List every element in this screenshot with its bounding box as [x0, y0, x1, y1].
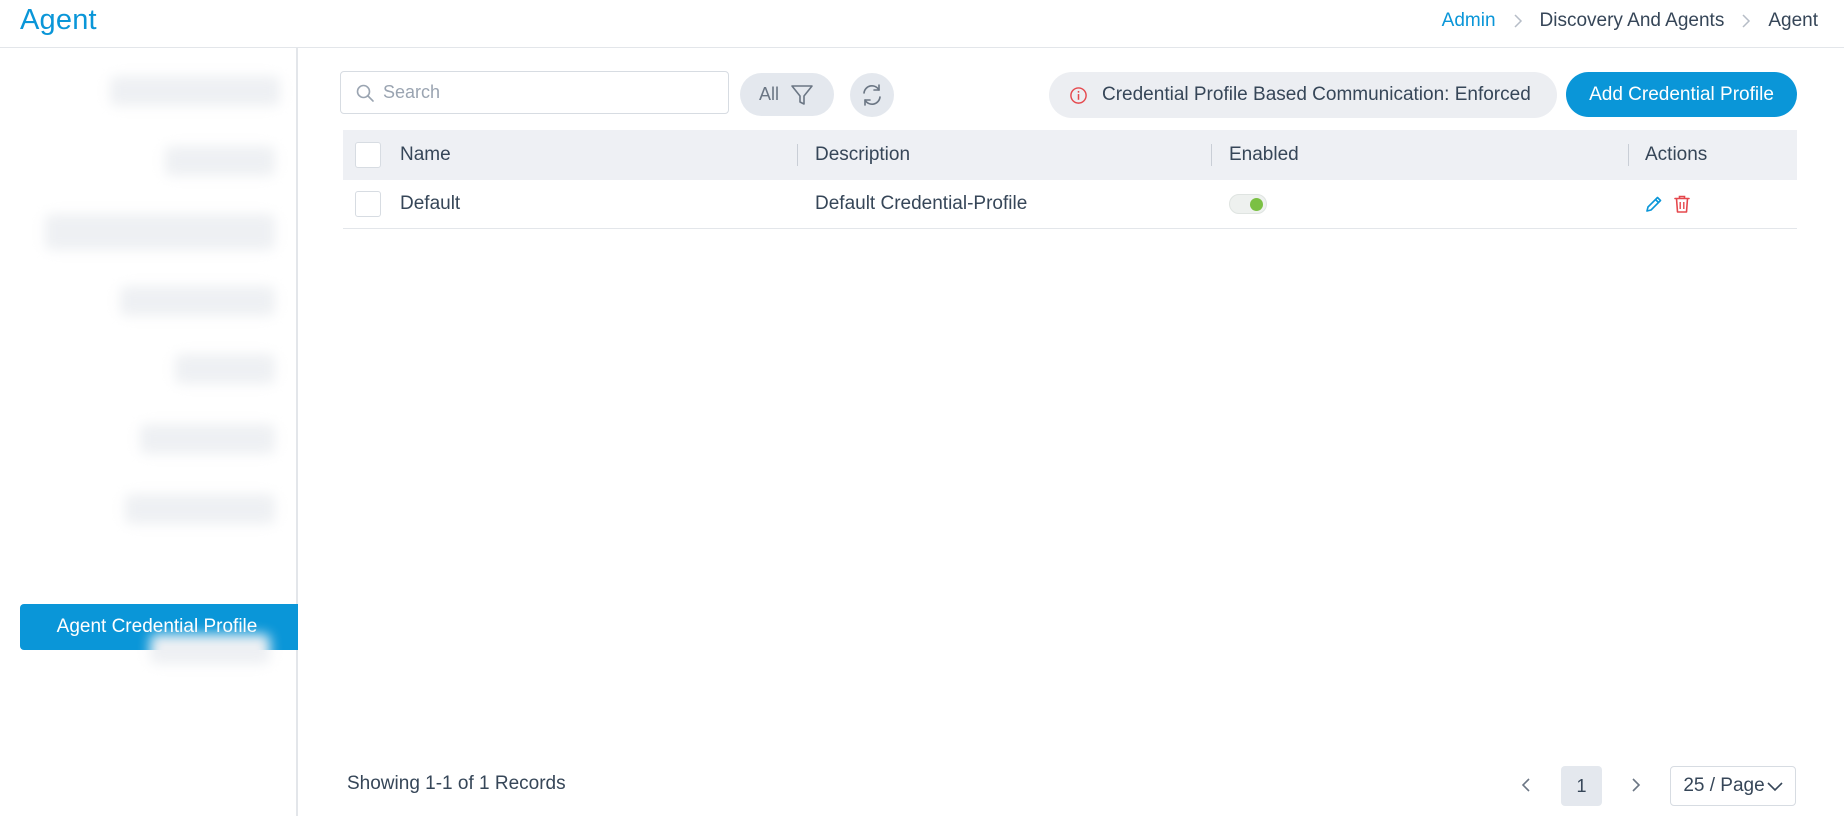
records-count: Showing 1-1 of 1 Records [347, 773, 566, 794]
enforced-status-badge: Credential Profile Based Communication: … [1049, 72, 1557, 118]
search-icon [356, 84, 374, 102]
breadcrumb-agent: Agent [1768, 10, 1818, 31]
toggle-knob [1250, 198, 1263, 211]
refresh-button[interactable] [850, 73, 894, 117]
filter-button[interactable]: All [740, 73, 834, 116]
page-size-label: 25 / Page [1683, 775, 1765, 796]
chevron-left-icon [1521, 778, 1530, 792]
sidebar: Agent Credential Profile [0, 48, 298, 816]
table-row: Default Default Credential-Profile [343, 180, 1797, 229]
chevron-right-icon [1724, 14, 1768, 28]
breadcrumb: Admin Discovery And Agents Agent [1442, 10, 1818, 32]
column-header-description[interactable]: Description [815, 144, 910, 166]
row-checkbox[interactable] [355, 191, 381, 217]
table-header: Name Description Enabled Actions [343, 130, 1797, 180]
sidebar-item-blurred[interactable] [140, 424, 275, 454]
refresh-icon [863, 84, 881, 106]
sidebar-item-blurred[interactable] [45, 214, 275, 250]
page-header: Agent Admin Discovery And Agents Agent [0, 0, 1844, 48]
page-size-select[interactable]: 25 / Page [1670, 766, 1796, 806]
cell-description: Default Credential-Profile [815, 193, 1028, 214]
page-title: Agent [20, 4, 97, 36]
enabled-toggle[interactable] [1229, 194, 1267, 214]
info-icon [1070, 86, 1087, 104]
search-input[interactable] [383, 82, 713, 103]
add-credential-profile-button[interactable]: Add Credential Profile [1566, 72, 1797, 117]
column-header-enabled[interactable]: Enabled [1229, 144, 1299, 166]
sidebar-item-blurred[interactable] [175, 354, 275, 384]
delete-icon[interactable] [1673, 194, 1691, 214]
edit-icon[interactable] [1644, 194, 1664, 214]
credential-profile-table: Name Description Enabled Actions Default… [343, 130, 1797, 229]
next-page-button[interactable] [1624, 773, 1648, 797]
chevron-right-icon [1632, 778, 1641, 792]
column-divider [1211, 144, 1212, 166]
chevron-right-icon [1496, 14, 1540, 28]
sidebar-item-blurred[interactable] [125, 494, 275, 524]
column-divider [1628, 144, 1629, 166]
page-1-button[interactable]: 1 [1561, 766, 1602, 806]
sidebar-item-blurred[interactable] [150, 634, 270, 664]
column-header-name[interactable]: Name [400, 144, 451, 166]
column-divider [797, 144, 798, 166]
sidebar-item-blurred[interactable] [110, 76, 280, 106]
previous-page-button[interactable] [1514, 773, 1538, 797]
enforced-text: Credential Profile Based Communication: … [1102, 84, 1531, 105]
filter-label: All [758, 84, 779, 104]
filter-icon [791, 84, 813, 105]
sidebar-item-blurred[interactable] [165, 146, 275, 176]
cell-name: Default [400, 193, 461, 214]
breadcrumb-discovery[interactable]: Discovery And Agents [1540, 10, 1725, 32]
chevron-down-icon [1767, 782, 1783, 792]
search-box[interactable] [340, 71, 729, 114]
breadcrumb-admin[interactable]: Admin [1442, 10, 1496, 32]
sidebar-item-blurred[interactable] [120, 286, 275, 316]
column-header-actions: Actions [1645, 144, 1708, 165]
select-all-checkbox[interactable] [355, 142, 381, 168]
